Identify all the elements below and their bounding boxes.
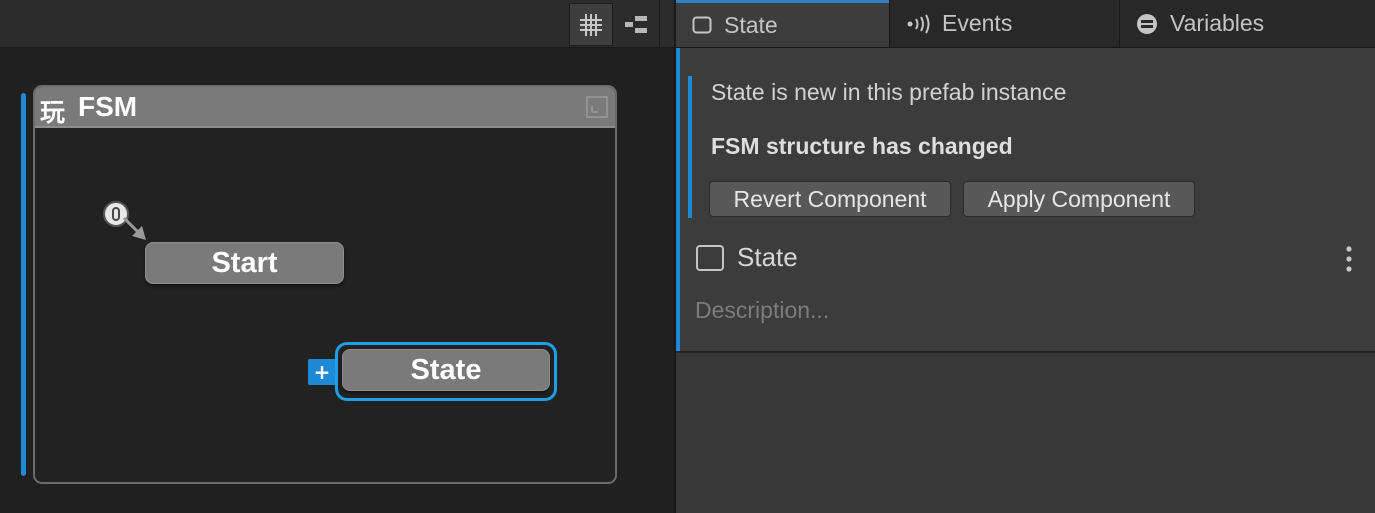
state-node-label: Start (211, 246, 278, 279)
tab-label: State (724, 11, 778, 38)
prefab-message-bar (688, 76, 692, 218)
graph-toolbar (0, 0, 675, 48)
add-transition-button[interactable]: + (308, 359, 336, 385)
tab-state[interactable]: State (676, 0, 889, 47)
apply-component-button[interactable]: Apply Component (963, 181, 1195, 217)
inspector-empty-area (676, 353, 1375, 513)
fsm-selection-bar (21, 93, 26, 476)
tab-events[interactable]: Events (889, 0, 1119, 47)
fsm-title: FSM (78, 91, 138, 122)
fsm-frame[interactable]: 玩 FSM (33, 85, 617, 484)
state-node-label: State (410, 353, 482, 386)
playmaker-window: 玩 FSM Start + State State Events Variabl… (0, 0, 1375, 513)
description-field[interactable]: Description... (695, 297, 829, 324)
tab-label: Variables (1170, 10, 1265, 36)
state-name-field[interactable]: State (737, 242, 798, 273)
state-node-state[interactable]: State (342, 349, 550, 391)
structure-changed-label: FSM structure has changed (711, 133, 1013, 159)
state-node-start[interactable]: Start (145, 242, 344, 284)
graph-view[interactable]: 玩 FSM Start + State (0, 0, 675, 513)
broadcast-icon (906, 14, 930, 34)
tab-variables[interactable]: Variables (1119, 0, 1375, 47)
fsm-header[interactable]: 玩 FSM (35, 87, 615, 128)
revert-component-button[interactable]: Revert Component (709, 181, 951, 217)
more-options-icon[interactable] (1344, 245, 1354, 273)
toolbar-separator (659, 0, 675, 47)
maximize-icon[interactable] (586, 96, 608, 118)
square-icon (692, 15, 712, 35)
prefab-override-bar (676, 48, 680, 351)
grid-icon (580, 13, 602, 36)
variables-icon (1136, 13, 1158, 35)
state-inspector: State is new in this prefab instance FSM… (676, 48, 1375, 353)
playmaker-logo-icon: 玩 (40, 98, 66, 127)
grid-toggle-button[interactable] (569, 3, 613, 46)
tab-label: Events (942, 10, 1013, 36)
inspector-tabbar: State Events Variables (676, 0, 1375, 48)
start-transition-arrow (122, 216, 146, 240)
prefab-message: State is new in this prefab instance (711, 79, 1067, 105)
inspector-panel: State Events Variables State is new in t… (674, 0, 1375, 513)
layout-button[interactable] (614, 3, 658, 46)
layout-icon (625, 15, 647, 33)
state-enabled-checkbox[interactable] (696, 245, 724, 271)
